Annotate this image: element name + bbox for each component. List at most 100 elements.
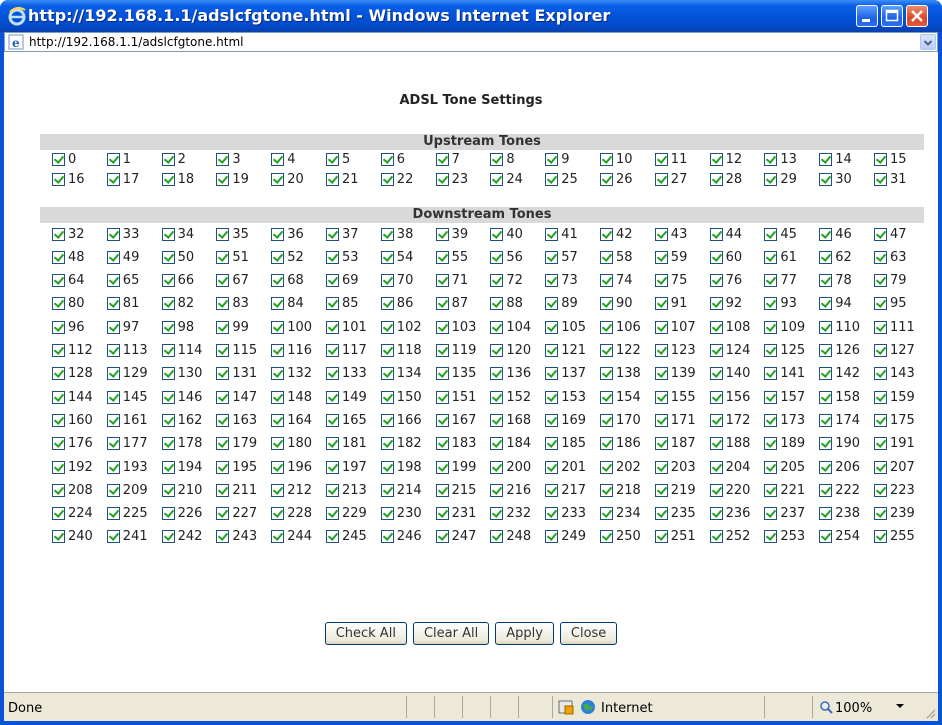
address-url[interactable]: http://192.168.1.1/adslcfgtone.html [29, 35, 244, 50]
tone-checkbox[interactable] [654, 507, 668, 521]
tone-239[interactable]: 239 [874, 505, 915, 523]
tone-checkbox[interactable] [654, 413, 668, 427]
tone-checkbox[interactable] [819, 530, 833, 544]
tone-checkbox[interactable] [654, 172, 668, 186]
tone-249[interactable]: 249 [545, 528, 586, 546]
tone-checkbox[interactable] [874, 152, 887, 166]
tone-240[interactable]: 240 [52, 528, 93, 546]
tone-checkbox[interactable] [600, 460, 613, 474]
tone-78[interactable]: 78 [819, 272, 852, 290]
tone-checkbox[interactable] [654, 390, 668, 404]
tone-checkbox[interactable] [52, 250, 65, 264]
tone-135[interactable]: 135 [435, 365, 476, 383]
tone-23[interactable]: 23 [435, 170, 468, 188]
tone-136[interactable]: 136 [490, 365, 531, 383]
tone-checkbox[interactable] [874, 413, 887, 427]
tone-checkbox[interactable] [490, 390, 504, 404]
tone-92[interactable]: 92 [709, 295, 742, 313]
tone-checkbox[interactable] [52, 367, 65, 381]
tone-47[interactable]: 47 [874, 225, 907, 243]
tone-161[interactable]: 161 [106, 411, 148, 429]
tone-180[interactable]: 180 [271, 435, 312, 453]
tone-checkbox[interactable] [600, 320, 613, 334]
tone-checkbox[interactable] [600, 483, 613, 497]
tone-checkbox[interactable] [709, 227, 723, 241]
tone-checkbox[interactable] [216, 274, 230, 288]
tone-166[interactable]: 166 [380, 411, 422, 429]
tone-197[interactable]: 197 [326, 458, 367, 476]
tone-248[interactable]: 248 [490, 528, 531, 546]
tone-checkbox[interactable] [271, 390, 285, 404]
tone-checkbox[interactable] [490, 483, 504, 497]
tone-checkbox[interactable] [490, 172, 504, 186]
tone-205[interactable]: 205 [764, 458, 805, 476]
tone-250[interactable]: 250 [600, 528, 641, 546]
tone-checkbox[interactable] [326, 437, 339, 451]
tone-checkbox[interactable] [216, 344, 230, 357]
tone-237[interactable]: 237 [764, 505, 805, 523]
tone-checkbox[interactable] [600, 413, 613, 427]
tone-59[interactable]: 59 [654, 248, 687, 266]
tone-checkbox[interactable] [545, 367, 559, 381]
tone-checkbox[interactable] [545, 344, 559, 357]
tone-checkbox[interactable] [271, 227, 285, 241]
clear-all-button[interactable]: Clear All [412, 622, 490, 645]
tone-checkbox[interactable] [106, 172, 120, 186]
tone-11[interactable]: 11 [654, 150, 687, 168]
tone-checkbox[interactable] [106, 297, 120, 311]
tone-checkbox[interactable] [271, 507, 285, 521]
tone-checkbox[interactable] [161, 530, 175, 544]
apply-button[interactable]: Apply [495, 622, 554, 645]
tone-checkbox[interactable] [819, 344, 833, 357]
tone-checkbox[interactable] [380, 437, 394, 451]
tone-checkbox[interactable] [380, 227, 394, 241]
tone-checkbox[interactable] [709, 460, 723, 474]
tone-207[interactable]: 207 [874, 458, 915, 476]
tone-checkbox[interactable] [161, 437, 175, 451]
tone-158[interactable]: 158 [819, 388, 860, 406]
tone-checkbox[interactable] [435, 367, 449, 381]
tone-231[interactable]: 231 [435, 505, 476, 523]
tone-checkbox[interactable] [106, 390, 120, 404]
tone-checkbox[interactable] [490, 413, 504, 427]
tone-checkbox[interactable] [106, 367, 120, 381]
tone-checkbox[interactable] [52, 320, 65, 334]
tone-224[interactable]: 224 [52, 505, 93, 523]
tone-152[interactable]: 152 [490, 388, 531, 406]
tone-3[interactable]: 3 [216, 150, 241, 168]
tone-checkbox[interactable] [326, 250, 339, 264]
tone-223[interactable]: 223 [874, 481, 915, 499]
tone-157[interactable]: 157 [764, 388, 805, 406]
tone-checkbox[interactable] [435, 507, 449, 521]
tone-checkbox[interactable] [764, 437, 778, 451]
tone-219[interactable]: 219 [654, 481, 696, 499]
tone-153[interactable]: 153 [545, 388, 586, 406]
tone-10[interactable]: 10 [600, 150, 633, 168]
tone-checkbox[interactable] [819, 437, 833, 451]
tone-151[interactable]: 151 [435, 388, 476, 406]
tone-108[interactable]: 108 [709, 318, 750, 336]
tone-checkbox[interactable] [490, 507, 504, 521]
tone-238[interactable]: 238 [819, 505, 860, 523]
tone-checkbox[interactable] [764, 274, 778, 288]
tone-229[interactable]: 229 [326, 505, 367, 523]
tone-checkbox[interactable] [874, 227, 887, 241]
tone-checkbox[interactable] [819, 274, 833, 288]
tone-82[interactable]: 82 [161, 295, 194, 313]
tone-199[interactable]: 199 [435, 458, 476, 476]
address-dropdown-button[interactable] [920, 34, 936, 50]
tone-checkbox[interactable] [490, 437, 504, 451]
tone-9[interactable]: 9 [545, 150, 569, 168]
tone-checkbox[interactable] [216, 320, 230, 334]
tone-243[interactable]: 243 [216, 528, 257, 546]
tone-190[interactable]: 190 [819, 435, 860, 453]
tone-202[interactable]: 202 [600, 458, 641, 476]
tone-checkbox[interactable] [435, 152, 449, 166]
tone-22[interactable]: 22 [380, 170, 413, 188]
tone-checkbox[interactable] [600, 152, 613, 166]
tone-checkbox[interactable] [435, 320, 449, 334]
tone-17[interactable]: 17 [106, 170, 139, 188]
tone-98[interactable]: 98 [161, 318, 194, 336]
tone-checkbox[interactable] [654, 460, 668, 474]
tone-175[interactable]: 175 [874, 411, 915, 429]
